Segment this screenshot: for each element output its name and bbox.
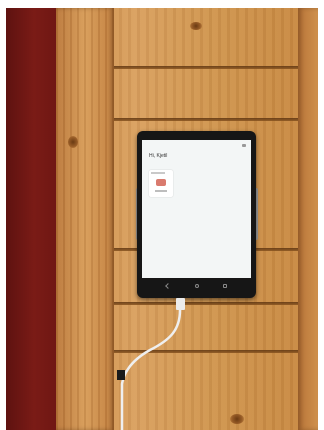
charging-cable	[117, 309, 182, 430]
border	[0, 0, 324, 8]
photo: Hi, Kjetil	[0, 0, 324, 430]
border	[0, 0, 6, 430]
cable-clip	[117, 370, 125, 380]
border	[318, 0, 324, 430]
